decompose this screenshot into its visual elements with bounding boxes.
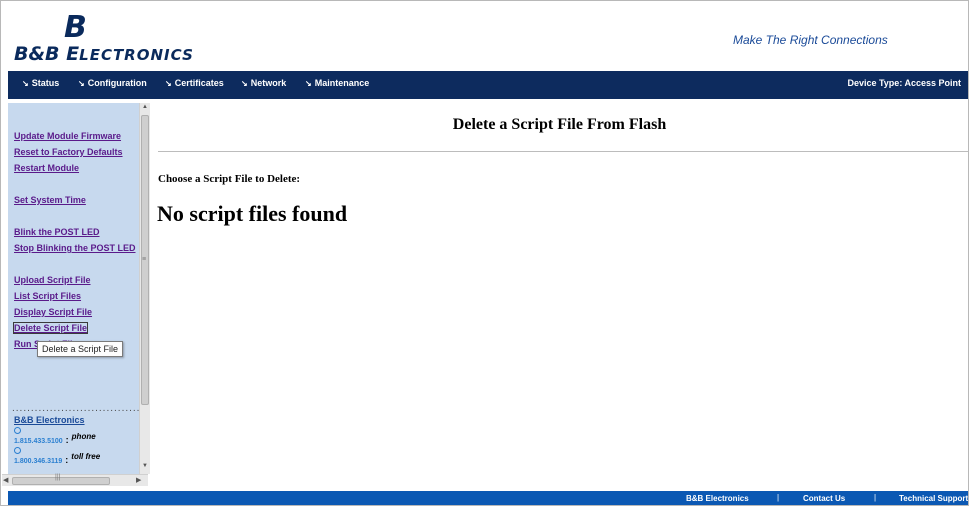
page-title: Delete a Script File From Flash: [452, 116, 667, 133]
sidebar-item-list-scripts[interactable]: List Script Files: [14, 291, 81, 301]
chevron-icon: ↘: [22, 79, 29, 88]
nav-status[interactable]: ↘ Status: [22, 78, 59, 88]
phone-number: 1.815.433.5100: [14, 438, 63, 445]
tollfree-number: 1.800.346.3119: [14, 458, 63, 465]
nav-maintenance[interactable]: ↘ Maintenance: [305, 78, 369, 88]
sidebar: Update Module Firmware Reset to Factory …: [8, 103, 148, 474]
nav-configuration[interactable]: ↘ Configuration: [78, 78, 147, 88]
tollfree-label: toll free: [71, 452, 101, 461]
company-logo[interactable]: B B&B ELECTRONICS: [14, 10, 194, 66]
sidebar-divider: ...................................: [12, 403, 145, 414]
nav-network[interactable]: ↘ Network: [241, 78, 286, 88]
sidebar-vertical-scrollbar[interactable]: ▲ ≡ ▼: [139, 103, 150, 474]
scrollbar-thumb[interactable]: [12, 477, 110, 485]
sidebar-item-blink-led[interactable]: Blink the POST LED: [14, 227, 100, 237]
logo-mark: B: [64, 10, 89, 45]
phone-icon: [14, 427, 21, 434]
grip-icon: ≡: [142, 256, 147, 263]
footer-link-support[interactable]: Technical Support: [899, 494, 968, 503]
footer-separator: |: [874, 493, 877, 502]
page-footer: B&B Electronics | Contact Us | Technical…: [8, 491, 969, 506]
page-header: B B&B ELECTRONICS Make The Right Connect…: [0, 0, 969, 70]
sidebar-item-stop-blink-led[interactable]: Stop Blinking the POST LED: [14, 243, 136, 253]
phone-icon: [14, 447, 21, 454]
sidebar-item-upload-script[interactable]: Upload Script File: [14, 275, 91, 285]
main-nav: ↘ Status ↘ Configuration ↘ Certificates ↘ Ne…: [8, 71, 969, 99]
company-link[interactable]: B&B Electronics: [14, 415, 85, 425]
sidebar-item-reset-defaults[interactable]: Reset to Factory Defaults: [14, 147, 123, 157]
sidebar-item-restart-module[interactable]: Restart Module: [14, 163, 79, 173]
sidebar-item-display-script[interactable]: Display Script File: [14, 307, 92, 317]
tooltip: Delete a Script File: [37, 341, 124, 357]
nav-certificates[interactable]: ↘ Certificates: [165, 78, 224, 88]
scroll-right-icon[interactable]: ▶: [136, 476, 141, 484]
footer-link-company[interactable]: B&B Electronics: [686, 494, 749, 503]
chevron-icon: ↘: [78, 79, 85, 88]
scroll-down-icon[interactable]: ▼: [142, 463, 148, 469]
title-divider: [158, 151, 969, 152]
sidebar-item-update-firmware[interactable]: Update Module Firmware: [14, 131, 121, 141]
sidebar-item-delete-script[interactable]: Delete Script File: [12, 322, 89, 334]
scroll-up-icon[interactable]: ▲: [142, 104, 148, 110]
device-type-label: Device Type: Access Point: [847, 78, 961, 88]
main-content: Delete a Script File From Flash Choose a…: [150, 103, 969, 483]
tagline: Make The Right Connections: [733, 33, 888, 47]
tollfree-contact: 1.800.346.3119: toll free: [14, 447, 100, 465]
footer-link-contact[interactable]: Contact Us: [803, 494, 845, 503]
sidebar-item-set-time[interactable]: Set System Time: [14, 195, 86, 205]
chevron-icon: ↘: [305, 79, 312, 88]
choose-file-label: Choose a Script File to Delete:: [158, 173, 301, 185]
sidebar-horizontal-scrollbar[interactable]: ◀ ||| ▶: [2, 474, 148, 486]
phone-label: phone: [71, 432, 96, 441]
empty-state-message: No script files found: [157, 201, 348, 226]
phone-contact: 1.815.433.5100: phone: [14, 427, 96, 445]
footer-separator: |: [777, 493, 780, 502]
logo-wordmark: B&B ELECTRONICS: [14, 43, 194, 65]
scroll-left-icon[interactable]: ◀: [3, 476, 8, 484]
grip-icon: |||: [55, 474, 61, 481]
chevron-icon: ↘: [165, 79, 172, 88]
chevron-icon: ↘: [241, 79, 248, 88]
